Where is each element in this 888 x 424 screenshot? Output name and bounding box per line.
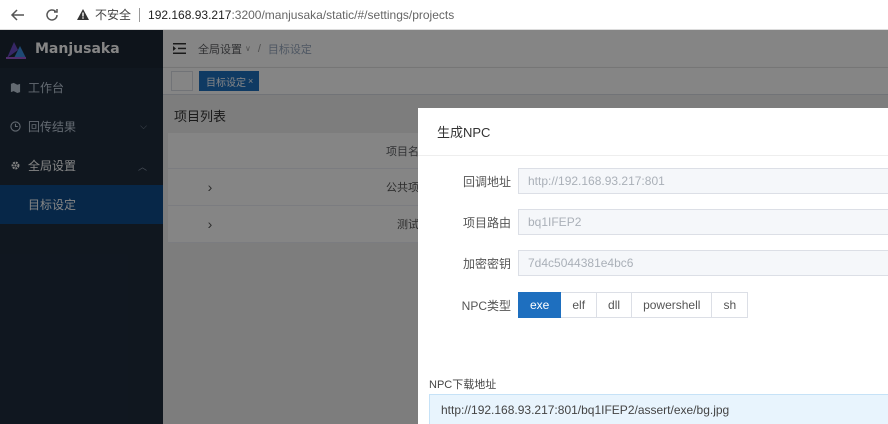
arrow-left-icon — [10, 8, 24, 21]
warning-icon — [76, 8, 90, 22]
npc-type-exe[interactable]: exe — [518, 292, 562, 318]
project-route-input[interactable]: bq1IFEP2 — [518, 209, 888, 235]
form-row-callback: 回调地址 http://192.168.93.217:801 — [418, 168, 888, 194]
browser-toolbar: 不安全 192.168.93.217:3200/manjusaka/static… — [0, 0, 888, 30]
callback-address-input[interactable]: http://192.168.93.217:801 — [518, 168, 888, 194]
generate-npc-dialog: 生成NPC 回调地址 http://192.168.93.217:801 项目路… — [418, 108, 888, 424]
npc-type-elf[interactable]: elf — [561, 292, 598, 318]
form-row-route: 项目路由 bq1IFEP2 — [418, 209, 888, 235]
encryption-key-input[interactable]: 7d4c5044381e4bc6 — [518, 250, 888, 276]
field-label: 项目路由 — [462, 215, 511, 230]
address-bar[interactable]: 不安全 192.168.93.217:3200/manjusaka/static… — [76, 4, 454, 26]
url-path: :3200/manjusaka/static/#/settings/projec… — [231, 7, 455, 22]
field-label: 加密密钥 — [462, 256, 511, 271]
form-row-npc-type: NPC类型 exe elf dll powershell sh — [418, 292, 888, 318]
back-button[interactable] — [4, 1, 32, 29]
field-label: 回调地址 — [462, 174, 511, 189]
download-url-label: NPC下载地址 — [429, 379, 497, 391]
npc-type-powershell[interactable]: powershell — [632, 292, 713, 318]
npc-type-radio-group: exe elf dll powershell sh — [518, 292, 749, 318]
npc-type-dll[interactable]: dll — [597, 292, 633, 318]
url-host: 192.168.93.217 — [148, 7, 232, 22]
field-label: NPC类型 — [461, 298, 511, 313]
dialog-title: 生成NPC — [418, 108, 888, 156]
reload-icon — [46, 8, 58, 21]
download-url-box[interactable]: http://192.168.93.217:801/bq1IFEP2/asser… — [429, 394, 888, 424]
form-row-key: 加密密钥 7d4c5044381e4bc6 — [418, 250, 888, 276]
npc-type-sh[interactable]: sh — [712, 292, 749, 318]
insecure-label: 不安全 — [95, 8, 132, 22]
reload-button[interactable] — [38, 1, 66, 29]
address-divider — [139, 7, 141, 22]
